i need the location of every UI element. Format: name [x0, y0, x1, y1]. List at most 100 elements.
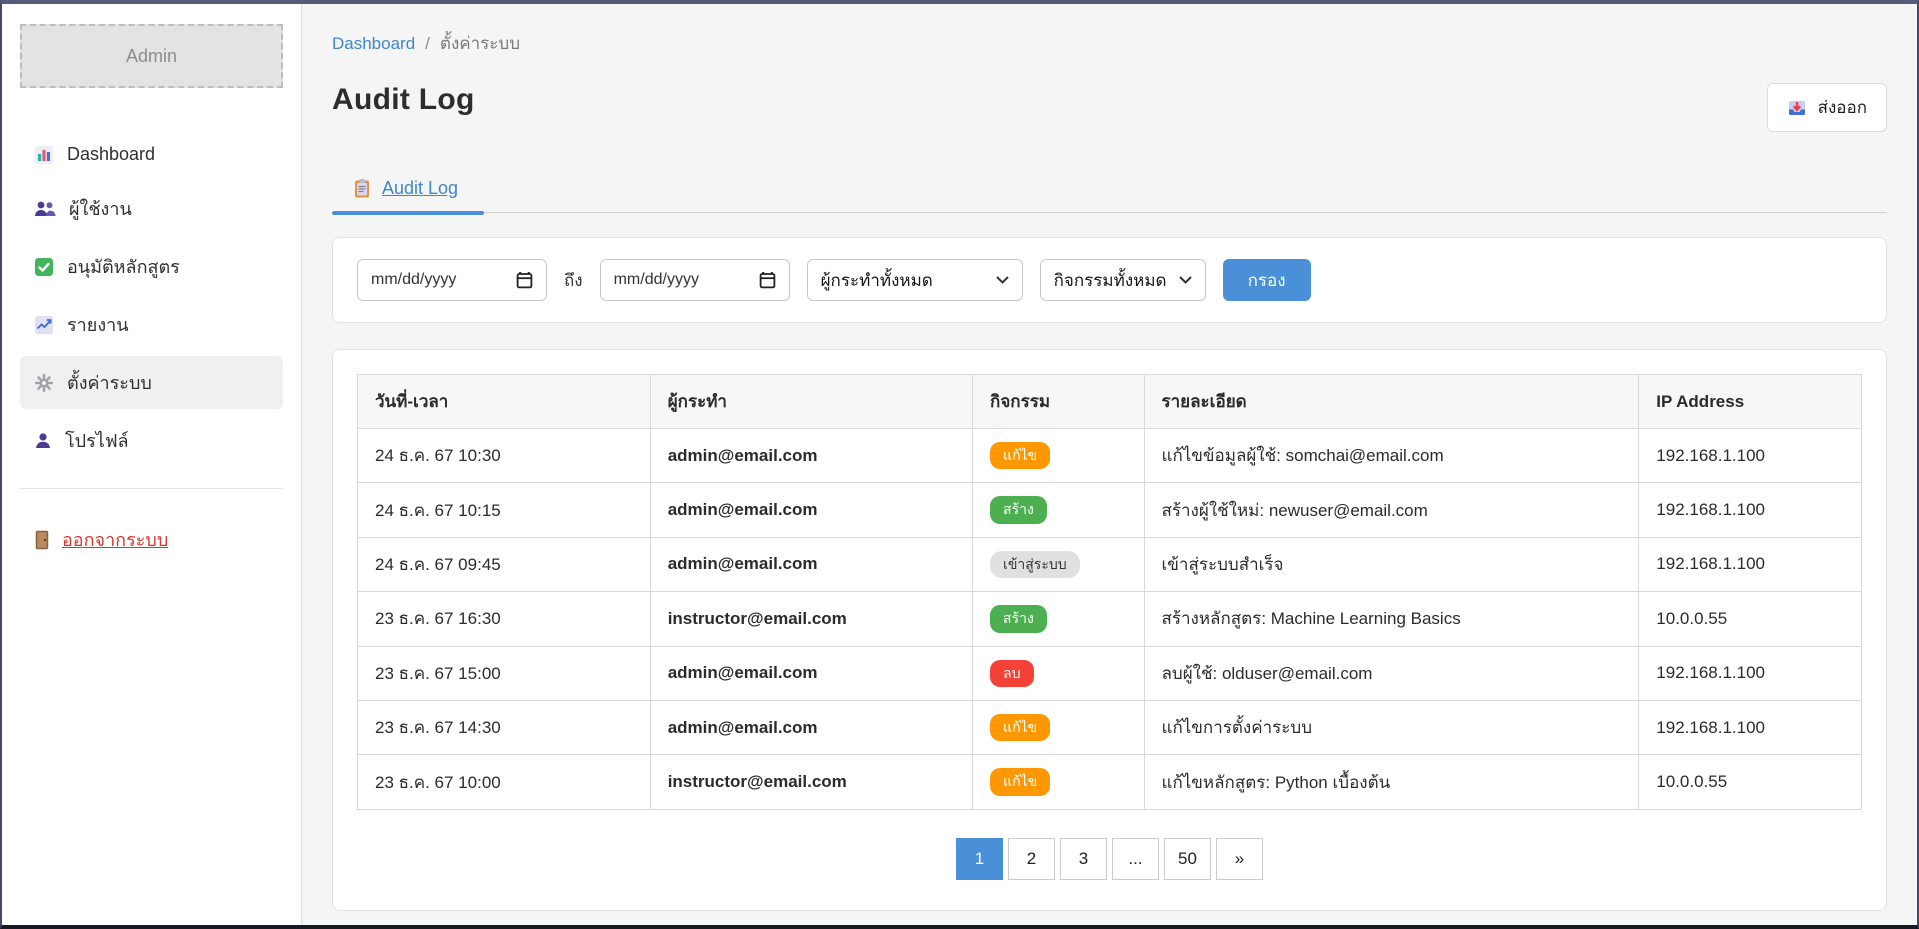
activity-badge: ลบ: [990, 660, 1033, 687]
page-button-2[interactable]: 2: [1008, 838, 1055, 880]
to-label: ถึง: [564, 267, 583, 294]
cell-details: แก้ไขข้อมูลผู้ใช้: somchai@email.com: [1144, 429, 1639, 483]
logout-link[interactable]: ออกจากระบบ: [20, 519, 283, 560]
bar-chart-icon: [34, 145, 54, 165]
pagination: 123...50»: [357, 838, 1862, 880]
page-button-...[interactable]: ...: [1112, 838, 1159, 880]
activity-badge: สร้าง: [990, 496, 1047, 523]
cell-details: สร้างหลักสูตร: Machine Learning Basics: [1144, 592, 1639, 646]
audit-table: วันที่-เวลาผู้กระทำกิจกรรมรายละเอียดIP A…: [357, 374, 1862, 810]
logout-label: ออกจากระบบ: [62, 525, 168, 554]
cell-details: ลบผู้ใช้: olduser@email.com: [1144, 646, 1639, 700]
cell-ip: 192.168.1.100: [1639, 429, 1862, 483]
sidebar-item-label: อนุมัติหลักสูตร: [67, 252, 180, 281]
table-row: 24 ธ.ค. 67 09:45admin@email.com เข้าสู่ระ…: [358, 537, 1862, 591]
app-window: Admin Dashboardผู้ใช้งานอนุมัติหลักสูตรร…: [0, 0, 1919, 929]
column-header: วันที่-เวลา: [358, 375, 651, 429]
page-button-50[interactable]: 50: [1164, 838, 1211, 880]
door-icon: [34, 530, 50, 550]
table-row: 24 ธ.ค. 67 10:30admin@email.comแก้ไขแก้ไ…: [358, 429, 1862, 483]
cell-actor: instructor@email.com: [650, 592, 972, 646]
page-header: Audit Log ส่งออก: [332, 83, 1887, 132]
sidebar-item-settings[interactable]: ตั้งค่าระบบ: [20, 356, 283, 409]
cell-activity: สร้าง: [973, 483, 1144, 537]
filter-card: mm/dd/yyyy ถึง mm/dd/yyyy ผู้กระทำทั้งหม…: [332, 237, 1887, 323]
table-row: 23 ธ.ค. 67 10:00instructor@email.comแก้ไ…: [358, 755, 1862, 809]
date-from-placeholder: mm/dd/yyyy: [371, 271, 456, 289]
page-title: Audit Log: [332, 83, 475, 117]
next-page-button[interactable]: »: [1216, 838, 1263, 880]
cell-activity: แก้ไข: [973, 429, 1144, 483]
sidebar-item-dashboard[interactable]: Dashboard: [20, 132, 283, 177]
table-row: 24 ธ.ค. 67 10:15admin@email.comสร้างสร้า…: [358, 483, 1862, 537]
cell-actor: admin@email.com: [650, 700, 972, 754]
sidebar-item-profile[interactable]: โปรไฟล์: [20, 414, 283, 467]
sidebar-item-approve-courses[interactable]: อนุมัติหลักสูตร: [20, 240, 283, 293]
clipboard-icon: [352, 178, 372, 199]
cell-activity: ลบ: [973, 646, 1144, 700]
users-icon: [34, 200, 56, 218]
cell-activity: เข้าสู่ระบบ: [973, 537, 1144, 591]
sidebar-item-label: ผู้ใช้งาน: [69, 194, 132, 223]
cell-ip: 192.168.1.100: [1639, 646, 1862, 700]
export-button[interactable]: ส่งออก: [1767, 83, 1887, 132]
cell-activity: สร้าง: [973, 592, 1144, 646]
sidebar-menu: Dashboard ผู้ใช้งานอนุมัติหลักสูตรรายงานต…: [20, 132, 283, 472]
filter-button[interactable]: กรอง: [1223, 259, 1311, 301]
actor-select[interactable]: ผู้กระทำทั้งหมด: [807, 259, 1023, 301]
cell-details: เข้าสู่ระบบสำเร็จ: [1144, 537, 1639, 591]
cell-ip: 192.168.1.100: [1639, 483, 1862, 537]
calendar-icon[interactable]: [516, 271, 533, 289]
cell-actor: admin@email.com: [650, 537, 972, 591]
sidebar-item-label: รายงาน: [67, 310, 129, 339]
table-row: 23 ธ.ค. 67 15:00admin@email.comลบลบผู้ใช…: [358, 646, 1862, 700]
activity-badge: สร้าง: [990, 605, 1047, 632]
cell-details: แก้ไขการตั้งค่าระบบ: [1144, 700, 1639, 754]
table-header-row: วันที่-เวลาผู้กระทำกิจกรรมรายละเอียดIP A…: [358, 375, 1862, 429]
breadcrumb-separator: /: [425, 34, 430, 54]
cell-datetime: 23 ธ.ค. 67 10:00: [358, 755, 651, 809]
actor-select-value: ผู้กระทำทั้งหมด: [821, 267, 933, 294]
line-chart-icon: [34, 315, 54, 335]
sidebar-item-label: Dashboard: [67, 144, 155, 165]
table-row: 23 ธ.ค. 67 16:30instructor@email.comสร้า…: [358, 592, 1862, 646]
cell-ip: 10.0.0.55: [1639, 755, 1862, 809]
breadcrumb-dashboard-link[interactable]: Dashboard: [332, 34, 415, 54]
cell-actor: admin@email.com: [650, 429, 972, 483]
column-header: กิจกรรม: [973, 375, 1144, 429]
inbox-download-icon: [1787, 98, 1807, 118]
table-row: 23 ธ.ค. 67 14:30admin@email.com แก้ไข แก้ไ…: [358, 700, 1862, 754]
gear-icon: [34, 373, 54, 393]
cell-activity: แก้ไข: [973, 755, 1144, 809]
cell-datetime: 24 ธ.ค. 67 09:45: [358, 537, 651, 591]
date-to-input[interactable]: mm/dd/yyyy: [600, 259, 790, 301]
cell-details: แก้ไขหลักสูตร: Python เบื้องต้น: [1144, 755, 1639, 809]
activity-badge: เข้าสู่ระบบ: [990, 551, 1080, 578]
cell-details: สร้างผู้ใช้ใหม่: newuser@email.com: [1144, 483, 1639, 537]
sidebar-item-reports[interactable]: รายงาน: [20, 298, 283, 351]
cell-datetime: 23 ธ.ค. 67 14:30: [358, 700, 651, 754]
column-header: รายละเอียด: [1144, 375, 1639, 429]
tab-bar: Audit Log: [332, 168, 1887, 213]
cell-actor: admin@email.com: [650, 483, 972, 537]
activity-select-value: กิจกรรมทั้งหมด: [1054, 267, 1167, 294]
page-button-1[interactable]: 1: [956, 838, 1003, 880]
calendar-icon[interactable]: [759, 271, 776, 289]
sidebar-item-label: ตั้งค่าระบบ: [67, 368, 152, 397]
sidebar-item-label: โปรไฟล์: [65, 426, 129, 455]
chevron-down-icon: [996, 276, 1009, 284]
sidebar-divider: [20, 488, 283, 489]
date-from-input[interactable]: mm/dd/yyyy: [357, 259, 547, 301]
cell-ip: 192.168.1.100: [1639, 700, 1862, 754]
page-button-3[interactable]: 3: [1060, 838, 1107, 880]
breadcrumb-current: ตั้งค่าระบบ: [440, 30, 520, 57]
cell-actor: admin@email.com: [650, 646, 972, 700]
breadcrumb: Dashboard / ตั้งค่าระบบ: [332, 30, 1887, 57]
export-label: ส่งออก: [1818, 94, 1867, 121]
tab-audit-log-label: Audit Log: [382, 178, 458, 199]
activity-badge: แก้ไข: [990, 714, 1050, 741]
sidebar-item-users[interactable]: ผู้ใช้งาน: [20, 182, 283, 235]
activity-select[interactable]: กิจกรรมทั้งหมด: [1040, 259, 1206, 301]
check-square-icon: [34, 257, 54, 277]
tab-audit-log[interactable]: Audit Log: [332, 168, 484, 212]
